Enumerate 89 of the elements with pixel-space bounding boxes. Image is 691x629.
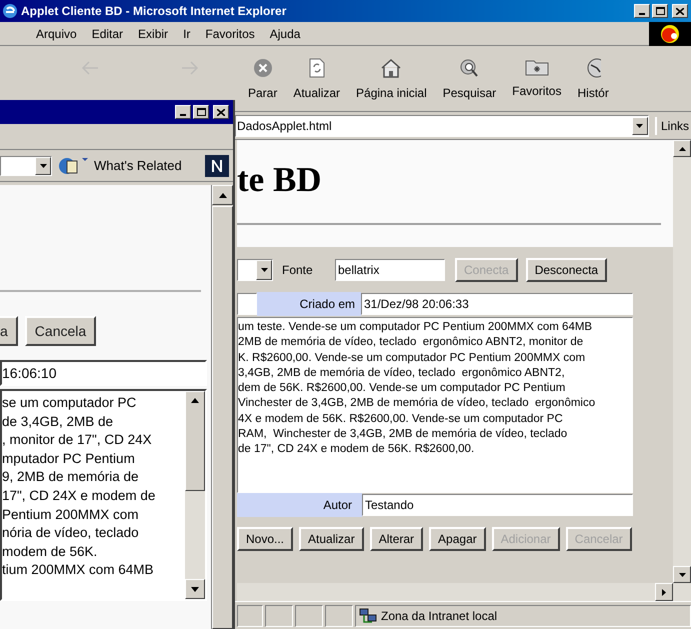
vertical-scrollbar[interactable]	[211, 185, 233, 629]
text-line: 3,4GB, 2MB de memória de vídeo, teclado ergonômico ABNT2,	[238, 366, 566, 381]
netscape-logo	[205, 154, 229, 176]
author-field[interactable]: Testando	[362, 494, 633, 516]
text-line: 4X e modem de 56K. R$2600,00. Vende-se um computador PC	[238, 412, 564, 427]
status-pane	[237, 604, 263, 626]
created-field[interactable]: 31/Dez/98 20:06:33	[361, 293, 633, 315]
description-textarea[interactable]	[237, 317, 633, 493]
text-line: 9, 2MB de memória de	[2, 468, 140, 486]
text-line: nória de vídeo, teclado	[2, 524, 140, 542]
text-line: 2MB de memória de vídeo, teclado ergonômico ABNT2, monitor de	[238, 335, 584, 350]
text-line: um teste. Vende-se um computador PC Pentium 200MMX com 64MB	[238, 320, 594, 335]
close-button[interactable]	[672, 4, 688, 18]
id-field[interactable]	[237, 293, 257, 315]
minimize-button[interactable]	[634, 4, 650, 18]
combo-box[interactable]	[237, 259, 273, 281]
menu-item[interactable]: Editar	[92, 24, 124, 42]
action-button[interactable]: Novo...	[237, 527, 294, 551]
status-pane	[325, 604, 353, 626]
toolbar-button[interactable]: Pesquisar	[434, 50, 504, 108]
status-pane	[295, 604, 323, 626]
text-line: modem de 56K.	[2, 542, 98, 561]
menu-item[interactable]: Ajuda	[270, 24, 300, 42]
text-line: K. R$2600,00. Vende-se um computador PC Pentium 200MMX com	[238, 350, 586, 366]
page-heading: te BD	[237, 159, 323, 201]
text-line: se um computador PC	[2, 394, 138, 412]
home-icon	[380, 58, 402, 78]
browser-logo-icon	[2, 3, 18, 19]
search-icon	[459, 58, 480, 78]
horizontal-scrollbar[interactable]	[237, 583, 673, 601]
text-line: Vinchester de 3,4GB, 2MB de memória de vídeo, teclado ergonômico	[238, 396, 596, 412]
text-line: de 3,4GB, 2MB de	[2, 412, 114, 431]
menu-item[interactable]: Exibir	[138, 24, 168, 42]
dialog-button[interactable]: Cancela	[24, 316, 96, 346]
action-button[interactable]: Apagar	[429, 527, 486, 551]
down-arrow-icon[interactable]	[191, 586, 199, 592]
time-field[interactable]: 16:06:10	[0, 360, 207, 386]
refresh-icon	[308, 58, 326, 78]
up-arrow-icon[interactable]	[678, 146, 686, 150]
author-label: Autor	[323, 497, 352, 514]
address-field[interactable]: DadosApplet.html	[235, 114, 649, 136]
up-arrow-icon[interactable]	[191, 398, 199, 403]
network-computers-icon	[359, 608, 377, 624]
dialog-button[interactable]: a	[0, 316, 18, 346]
vertical-scrollbar[interactable]	[673, 140, 691, 601]
whats-related-button[interactable]: What's Related	[94, 156, 199, 176]
zone-label: Zona da Intranet local	[381, 608, 498, 624]
toolbar-button[interactable]: Favoritos	[504, 50, 570, 108]
throbber-logo	[649, 22, 691, 46]
created-label: Criado em	[257, 292, 361, 316]
text-line: mputador PC Pentium	[2, 450, 136, 468]
clock-icon	[585, 58, 602, 78]
maximize-button[interactable]	[652, 4, 668, 18]
right-arrow-icon[interactable]	[662, 588, 666, 596]
links-label[interactable]: Links	[654, 116, 689, 134]
minimize-button[interactable]	[175, 105, 191, 119]
menu-item[interactable]: Favoritos	[205, 24, 255, 42]
toolbar-button[interactable]: Atualizar	[285, 50, 348, 108]
toolbar-button[interactable]: Parar	[240, 50, 286, 108]
stop-icon	[252, 58, 273, 78]
fonte-field[interactable]: bellatrix	[335, 259, 445, 281]
down-arrow-icon[interactable]	[678, 572, 686, 576]
text-line: tium 200MMX com 64MB	[2, 561, 155, 580]
close-button[interactable]	[213, 105, 229, 119]
status-pane	[265, 604, 293, 626]
menu-item[interactable]: Ir	[183, 24, 190, 42]
window-title: Applet Cliente BD - Microsoft Internet Explorer	[21, 3, 288, 20]
text-line: dem de 56K. R$2600,00. Vende-se um computador PC Pentium	[238, 381, 566, 396]
globe-pages-icon	[58, 156, 88, 176]
text-line: Pentium 200MMX com	[2, 506, 140, 524]
textarea-scrollbar[interactable]	[185, 391, 205, 599]
menu-item[interactable]: Arquivo	[36, 24, 77, 42]
description-textarea[interactable]	[0, 389, 207, 601]
fonte-label: Fonte	[282, 262, 314, 279]
connect-button[interactable]: Desconecta	[526, 258, 608, 282]
action-button[interactable]: Alterar	[370, 527, 424, 551]
up-arrow-icon[interactable]	[218, 192, 226, 198]
location-field[interactable]	[0, 156, 52, 176]
close-icon	[217, 108, 225, 116]
action-button[interactable]: Atualizar	[299, 527, 364, 551]
folder-star-icon	[524, 58, 549, 76]
close-icon	[676, 8, 684, 14]
toolbar-button[interactable]: Histór	[569, 50, 617, 108]
text-line: , monitor de 17", CD 24X	[2, 431, 153, 450]
maximize-button[interactable]	[193, 105, 209, 119]
toolbar-button[interactable]: Página inicial	[348, 50, 435, 108]
text-line: de 17", CD 24X e modem de 56K. R$2600,00.	[238, 442, 476, 458]
text-line: RAM, Winchester de 3,4GB, 2MB de memória de vídeo, teclado	[238, 427, 568, 442]
text-line: 17", CD 24X e modem de	[2, 486, 156, 505]
